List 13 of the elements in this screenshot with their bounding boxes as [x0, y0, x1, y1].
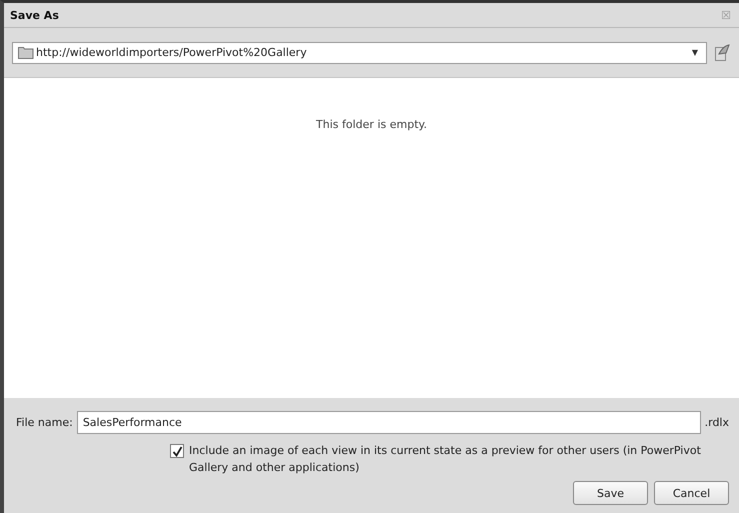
file-name-field[interactable]: SalesPerformance — [76, 411, 701, 434]
preview-checkbox-label: Include an image of each view in its current state as a preview for other users (in PowerPivot Gallery and other applications) — [189, 443, 702, 476]
file-name-label: File name: — [16, 416, 73, 429]
location-dropdown[interactable]: http://wideworldimporters/PowerPivot%20Gallery ▼ — [12, 42, 707, 64]
file-extension: .rdlx — [704, 416, 729, 429]
empty-folder-message: This folder is empty. — [316, 118, 427, 132]
save-button[interactable]: Save — [573, 481, 648, 505]
new-folder-icon[interactable] — [715, 44, 731, 61]
folder-icon — [18, 46, 34, 59]
cancel-button[interactable]: Cancel — [654, 481, 729, 505]
preview-checkbox[interactable] — [170, 444, 184, 458]
window-title: Save As — [10, 8, 59, 22]
dropdown-arrow[interactable]: ▼ — [692, 48, 698, 57]
